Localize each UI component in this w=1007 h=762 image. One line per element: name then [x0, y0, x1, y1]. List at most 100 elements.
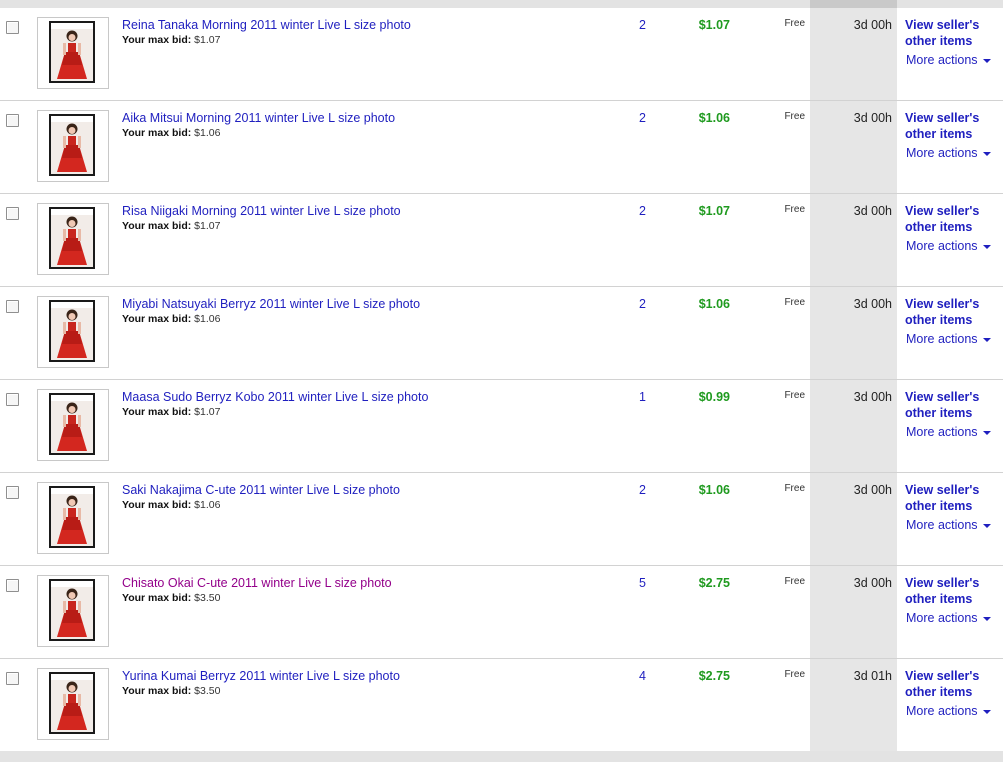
view-seller-items-link[interactable]: View seller's other items: [905, 668, 1000, 700]
item-thumbnail[interactable]: [37, 17, 109, 89]
chevron-down-icon: [982, 58, 991, 63]
max-bid-label: Your max bid:: [122, 499, 192, 511]
max-bid-label: Your max bid:: [122, 220, 192, 232]
view-seller-items-link[interactable]: View seller's other items: [905, 296, 1000, 328]
max-bid-value: $1.07: [194, 34, 221, 46]
current-price: $2.75: [698, 669, 730, 683]
item-title-link[interactable]: Saki Nakajima C-ute 2011 winter Live L s…: [122, 483, 400, 497]
current-price: $1.06: [698, 111, 730, 125]
item-title-link[interactable]: Aika Mitsui Morning 2011 winter Live L s…: [122, 111, 395, 125]
bid-count-link[interactable]: 2: [600, 111, 646, 125]
item-row: Aika Mitsui Morning 2011 winter Live L s…: [0, 101, 1003, 194]
current-price: $2.75: [698, 576, 730, 590]
item-thumbnail[interactable]: [37, 575, 109, 647]
view-seller-items-link[interactable]: View seller's other items: [905, 389, 1000, 421]
item-thumbnail[interactable]: [37, 203, 109, 275]
photo-image: [49, 579, 95, 641]
more-actions-label: More actions: [906, 53, 978, 67]
chevron-down-icon: [982, 337, 991, 342]
bid-count-link[interactable]: 2: [600, 204, 646, 218]
item-thumbnail[interactable]: [37, 110, 109, 182]
max-bid-value: $3.50: [194, 685, 221, 697]
view-seller-items-link[interactable]: View seller's other items: [905, 575, 1000, 607]
item-checkbox[interactable]: [6, 114, 19, 127]
more-actions-label: More actions: [906, 611, 978, 625]
time-left: 3d 00h: [853, 204, 892, 218]
item-title-link[interactable]: Risa Niigaki Morning 2011 winter Live L …: [122, 204, 401, 218]
shipping-cost: Free: [784, 576, 805, 587]
shipping-cost: Free: [784, 483, 805, 494]
item-thumbnail[interactable]: [37, 482, 109, 554]
more-actions-dropdown[interactable]: More actions: [906, 332, 991, 346]
item-title-link[interactable]: Yurina Kumai Berryz 2011 winter Live L s…: [122, 669, 400, 683]
item-row: Risa Niigaki Morning 2011 winter Live L …: [0, 194, 1003, 287]
more-actions-dropdown[interactable]: More actions: [906, 611, 991, 625]
max-bid-label: Your max bid:: [122, 685, 192, 697]
time-left: 3d 00h: [853, 297, 892, 311]
bid-count-link[interactable]: 2: [600, 483, 646, 497]
item-checkbox[interactable]: [6, 579, 19, 592]
more-actions-dropdown[interactable]: More actions: [906, 146, 991, 160]
more-actions-label: More actions: [906, 239, 978, 253]
max-bid-value: $3.50: [194, 592, 221, 604]
more-actions-label: More actions: [906, 518, 978, 532]
more-actions-label: More actions: [906, 425, 978, 439]
item-title-link[interactable]: Chisato Okai C-ute 2011 winter Live L si…: [122, 576, 392, 590]
photo-image: [49, 672, 95, 734]
chevron-down-icon: [982, 523, 991, 528]
bid-count-link[interactable]: 2: [600, 297, 646, 311]
view-seller-items-link[interactable]: View seller's other items: [905, 203, 1000, 235]
max-bid-value: $1.07: [194, 220, 221, 232]
item-thumbnail[interactable]: [37, 296, 109, 368]
max-bid-text: Your max bid: $3.50: [122, 592, 220, 604]
item-thumbnail[interactable]: [37, 668, 109, 740]
item-checkbox[interactable]: [6, 672, 19, 685]
item-row: Reina Tanaka Morning 2011 winter Live L …: [0, 8, 1003, 101]
bid-count-link[interactable]: 2: [600, 18, 646, 32]
view-seller-items-link[interactable]: View seller's other items: [905, 110, 1000, 142]
item-title-link[interactable]: Reina Tanaka Morning 2011 winter Live L …: [122, 18, 411, 32]
item-title-link[interactable]: Maasa Sudo Berryz Kobo 2011 winter Live …: [122, 390, 428, 404]
max-bid-label: Your max bid:: [122, 34, 192, 46]
item-title-link[interactable]: Miyabi Natsuyaki Berryz 2011 winter Live…: [122, 297, 420, 311]
item-checkbox[interactable]: [6, 21, 19, 34]
photo-image: [49, 300, 95, 362]
current-price: $0.99: [698, 390, 730, 404]
current-price: $1.06: [698, 297, 730, 311]
item-checkbox[interactable]: [6, 486, 19, 499]
item-thumbnail[interactable]: [37, 389, 109, 461]
time-left: 3d 00h: [853, 390, 892, 404]
item-checkbox[interactable]: [6, 207, 19, 220]
max-bid-value: $1.06: [194, 499, 221, 511]
more-actions-label: More actions: [906, 332, 978, 346]
bid-count-link[interactable]: 4: [600, 669, 646, 683]
chevron-down-icon: [982, 430, 991, 435]
bid-count-link[interactable]: 5: [600, 576, 646, 590]
item-row: Yurina Kumai Berryz 2011 winter Live L s…: [0, 659, 1003, 752]
chevron-down-icon: [982, 151, 991, 156]
chevron-down-icon: [982, 709, 991, 714]
shipping-cost: Free: [784, 669, 805, 680]
current-price: $1.07: [698, 204, 730, 218]
shipping-cost: Free: [784, 18, 805, 29]
time-left: 3d 00h: [853, 576, 892, 590]
bid-count-link[interactable]: 1: [600, 390, 646, 404]
more-actions-dropdown[interactable]: More actions: [906, 53, 991, 67]
max-bid-label: Your max bid:: [122, 406, 192, 418]
view-seller-items-link[interactable]: View seller's other items: [905, 17, 1000, 49]
more-actions-dropdown[interactable]: More actions: [906, 704, 991, 718]
max-bid-value: $1.06: [194, 313, 221, 325]
more-actions-label: More actions: [906, 146, 978, 160]
more-actions-dropdown[interactable]: More actions: [906, 425, 991, 439]
more-actions-dropdown[interactable]: More actions: [906, 239, 991, 253]
time-left: 3d 00h: [853, 111, 892, 125]
item-row: Chisato Okai C-ute 2011 winter Live L si…: [0, 566, 1003, 659]
more-actions-dropdown[interactable]: More actions: [906, 518, 991, 532]
item-checkbox[interactable]: [6, 393, 19, 406]
max-bid-text: Your max bid: $3.50: [122, 685, 220, 697]
current-price: $1.07: [698, 18, 730, 32]
max-bid-text: Your max bid: $1.07: [122, 34, 220, 46]
view-seller-items-link[interactable]: View seller's other items: [905, 482, 1000, 514]
photo-image: [49, 393, 95, 455]
item-checkbox[interactable]: [6, 300, 19, 313]
